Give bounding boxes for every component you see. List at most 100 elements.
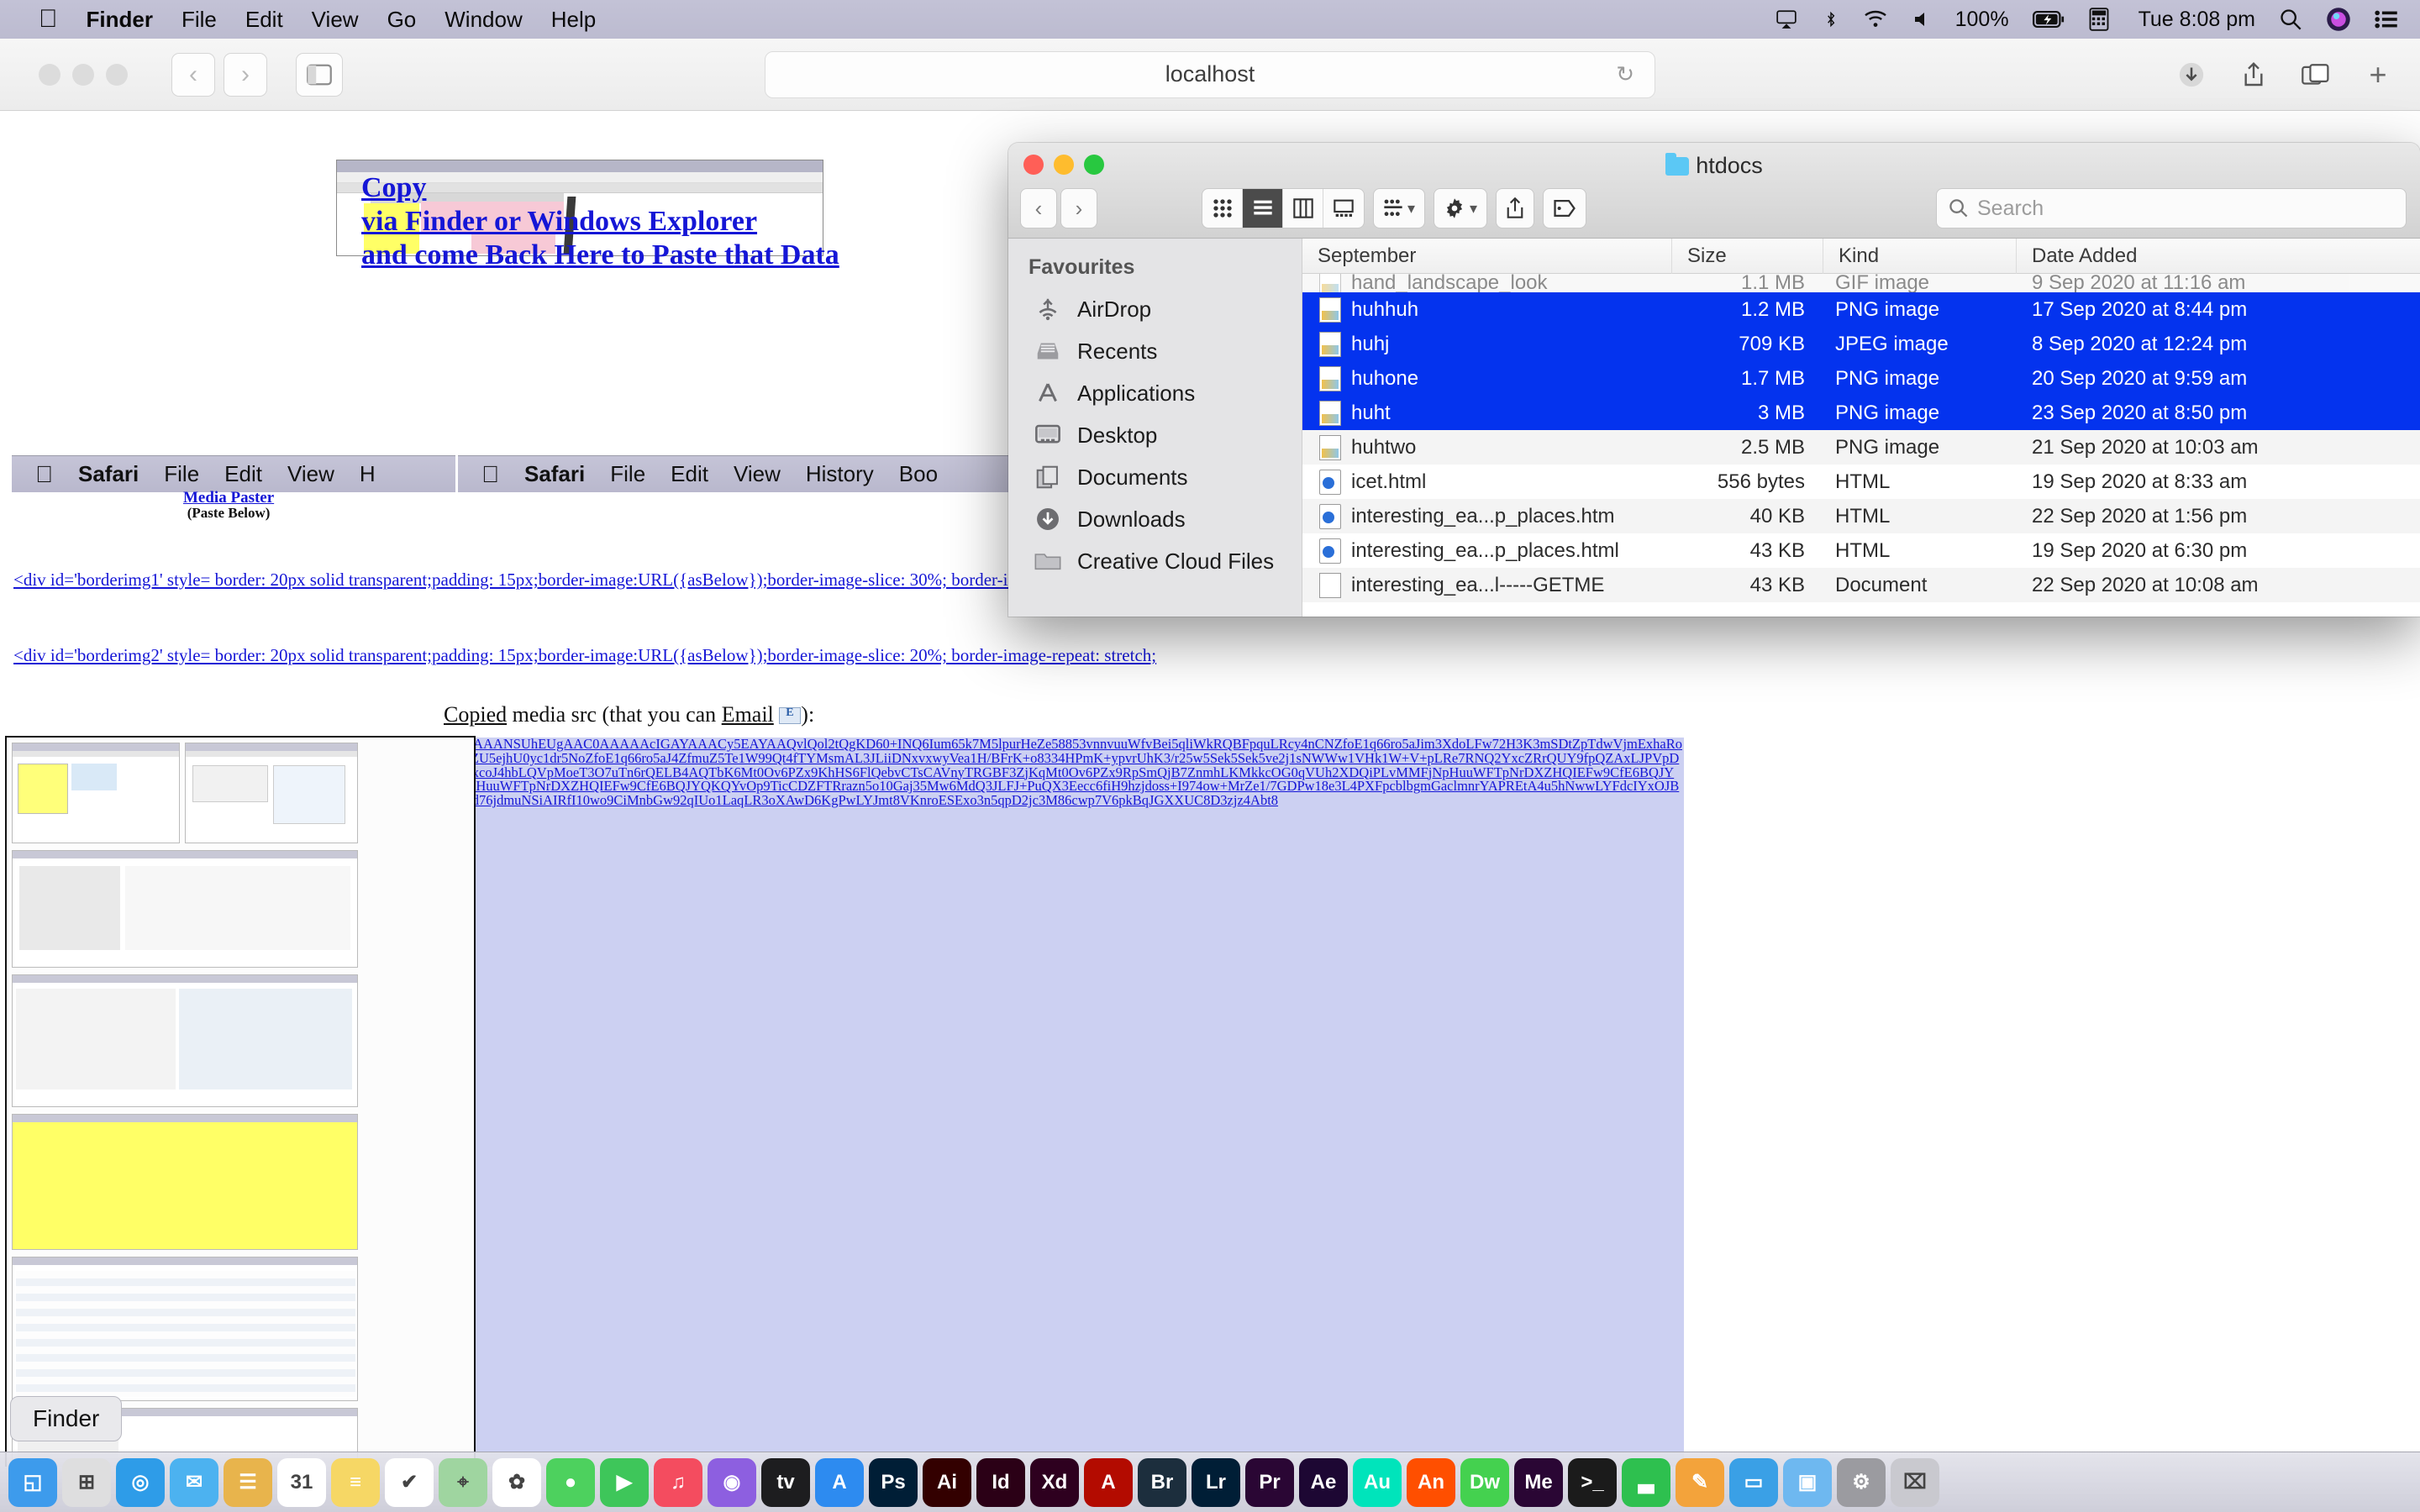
table-row[interactable]: huhone 1.7 MB PNG image 20 Sep 2020 at 9… <box>1302 361 2420 396</box>
apple-menu-icon[interactable]:  <box>39 7 58 32</box>
code-snippet-borderimg1[interactable]: <div id='borderimg1' style= border: 20px… <box>13 570 1160 591</box>
code-snippet-borderimg2[interactable]: <div id='borderimg2' style= border: 20px… <box>13 645 1156 666</box>
dock-item-terminal[interactable]: >_ <box>1568 1457 1617 1507</box>
column-view-button[interactable] <box>1283 189 1323 228</box>
column-header-size[interactable]: Size <box>1672 238 1823 274</box>
menu-item-help[interactable]: Help <box>551 7 596 33</box>
embedded-menu-view-right[interactable]: View <box>734 461 781 487</box>
dock-item-messages[interactable]: ● <box>546 1457 595 1507</box>
dock-item-bridge[interactable]: Br <box>1138 1457 1186 1507</box>
dock-item-launchpad[interactable]: ⊞ <box>62 1457 111 1507</box>
control-center-icon[interactable] <box>2375 9 2398 29</box>
tabs-icon[interactable] <box>2299 58 2333 92</box>
gallery-view-button[interactable] <box>1323 189 1364 228</box>
sidebar-item-applications[interactable]: Applications <box>1008 372 1302 414</box>
table-row[interactable]: interesting_ea...p_places.htm 40 KB HTML… <box>1302 499 2420 533</box>
dock-item-mail[interactable]: ✉ <box>170 1457 218 1507</box>
table-row[interactable]: huhhuh 1.2 MB PNG image 17 Sep 2020 at 8… <box>1302 292 2420 327</box>
dock-item-music[interactable]: ♫ <box>654 1457 702 1507</box>
dock-item-tv[interactable]: tv <box>761 1457 810 1507</box>
embedded-menu-edit-left[interactable]: Edit <box>224 461 262 487</box>
dock-item-numbers[interactable]: ▃ <box>1622 1457 1670 1507</box>
email-icon[interactable] <box>779 706 802 724</box>
icon-view-button[interactable] <box>1202 189 1243 228</box>
sidebar-item-desktop[interactable]: Desktop <box>1008 414 1302 456</box>
dock-item-preview[interactable]: ▣ <box>1783 1457 1832 1507</box>
dock-item-system-preferences[interactable]: ⚙ <box>1837 1457 1886 1507</box>
menu-item-window[interactable]: Window <box>445 7 522 33</box>
column-header-name[interactable]: September <box>1302 238 1672 274</box>
wifi-icon[interactable] <box>1863 9 1888 29</box>
dock-item-illustrator[interactable]: Ai <box>923 1457 971 1507</box>
reload-icon[interactable]: ↻ <box>1616 61 1634 87</box>
dock-item-dreamweaver[interactable]: Dw <box>1460 1457 1509 1507</box>
embedded-menu-history-right[interactable]: History <box>806 461 874 487</box>
dock-item-notes[interactable]: ≡ <box>331 1457 380 1507</box>
embedded-menu-edit-right[interactable]: Edit <box>671 461 708 487</box>
dock-item-maps[interactable]: ⌖ <box>439 1457 487 1507</box>
dock-item-aftereffects[interactable]: Ae <box>1299 1457 1348 1507</box>
dock-item-safari[interactable]: ◎ <box>116 1457 165 1507</box>
dock-item-keynote[interactable]: ▭ <box>1729 1457 1778 1507</box>
dock-item-acrobat[interactable]: A <box>1084 1457 1133 1507</box>
dock-item-pages[interactable]: ✎ <box>1676 1457 1724 1507</box>
safari-minimize-button[interactable] <box>72 63 94 86</box>
embedded-menu-safari-left[interactable]: Safari <box>78 461 139 487</box>
volume-icon[interactable] <box>1912 9 1932 29</box>
dock-item-xd[interactable]: Xd <box>1030 1457 1079 1507</box>
menu-item-edit[interactable]: Edit <box>245 7 283 33</box>
dock-item-appstore[interactable]: A <box>815 1457 864 1507</box>
embedded-menu-safari-right[interactable]: Safari <box>524 461 585 487</box>
finder-view-toolbar[interactable]: ▾ ▾ <box>1202 188 1587 228</box>
spotlight-search-icon[interactable] <box>2279 8 2302 31</box>
copied-word[interactable]: Copied <box>444 702 507 727</box>
column-header-kind[interactable]: Kind <box>1823 238 2017 274</box>
embedded-menu-file-right[interactable]: File <box>610 461 645 487</box>
share-button[interactable] <box>1496 188 1535 228</box>
sidebar-item-airdrop[interactable]: AirDrop <box>1008 288 1302 330</box>
dock-item-facetime[interactable]: ▶ <box>600 1457 649 1507</box>
bluetooth-icon[interactable] <box>1823 8 1839 31</box>
calculator-icon[interactable] <box>2088 8 2110 31</box>
dock-item-finder[interactable]: ◱ <box>8 1457 57 1507</box>
table-row[interactable]: huhtwo 2.5 MB PNG image 21 Sep 2020 at 1… <box>1302 430 2420 465</box>
dock-item-lightroom[interactable]: Lr <box>1192 1457 1240 1507</box>
tags-button[interactable] <box>1543 188 1587 228</box>
sidebar-item-creative-cloud-files[interactable]: Creative Cloud Files <box>1008 540 1302 582</box>
list-view-button[interactable] <box>1243 189 1283 228</box>
dock-item-premiere[interactable]: Pr <box>1245 1457 1294 1507</box>
safari-zoom-button[interactable] <box>106 63 128 86</box>
sidebar-item-recents[interactable]: Recents <box>1008 330 1302 372</box>
dock-item-audition[interactable]: Au <box>1353 1457 1402 1507</box>
action-gear-button[interactable]: ▾ <box>1434 188 1488 228</box>
menubar-clock[interactable]: Tue 8:08 pm <box>2139 8 2255 32</box>
group-by-button[interactable]: ▾ <box>1373 188 1426 228</box>
menu-item-finder[interactable]: Finder <box>87 7 153 33</box>
table-row[interactable]: hand_landscape_look 1.1 MB GIF image 9 S… <box>1302 274 2420 292</box>
table-row[interactable]: interesting_ea...l-----GETME 43 KB Docum… <box>1302 568 2420 602</box>
dock-item-indesign[interactable]: Id <box>976 1457 1025 1507</box>
dock-item-contacts[interactable]: ☰ <box>224 1457 272 1507</box>
embedded-menu-bookmarks-right[interactable]: Boo <box>899 461 938 487</box>
safari-back-button[interactable]: ‹ <box>171 52 215 97</box>
view-mode-segmented-control[interactable] <box>1202 188 1365 228</box>
safari-address-bar[interactable]: localhost ↻ <box>765 50 1655 98</box>
menu-item-view[interactable]: View <box>312 7 359 33</box>
safari-forward-button[interactable]: › <box>224 52 267 97</box>
dock-item-animate[interactable]: An <box>1407 1457 1455 1507</box>
dock-item-trash[interactable]: ⌧ <box>1891 1457 1939 1507</box>
sidebar-icon[interactable] <box>296 52 343 97</box>
download-icon[interactable] <box>2175 58 2208 92</box>
email-link[interactable]: Email <box>722 702 774 727</box>
safari-close-button[interactable] <box>39 63 60 86</box>
safari-window-controls[interactable] <box>39 63 128 86</box>
embedded-menu-view-left[interactable]: View <box>287 461 334 487</box>
media-paster-title[interactable]: Media Paster <box>183 490 274 506</box>
menu-item-go[interactable]: Go <box>387 7 417 33</box>
table-row[interactable]: interesting_ea...p_places.html 43 KB HTM… <box>1302 533 2420 568</box>
finder-forward-button[interactable]: › <box>1060 188 1097 228</box>
siri-icon[interactable] <box>2326 7 2351 32</box>
share-icon[interactable] <box>2237 58 2270 92</box>
column-header-date-added[interactable]: Date Added <box>2017 239 2420 274</box>
dock-item-calendar[interactable]: 31 <box>277 1457 326 1507</box>
